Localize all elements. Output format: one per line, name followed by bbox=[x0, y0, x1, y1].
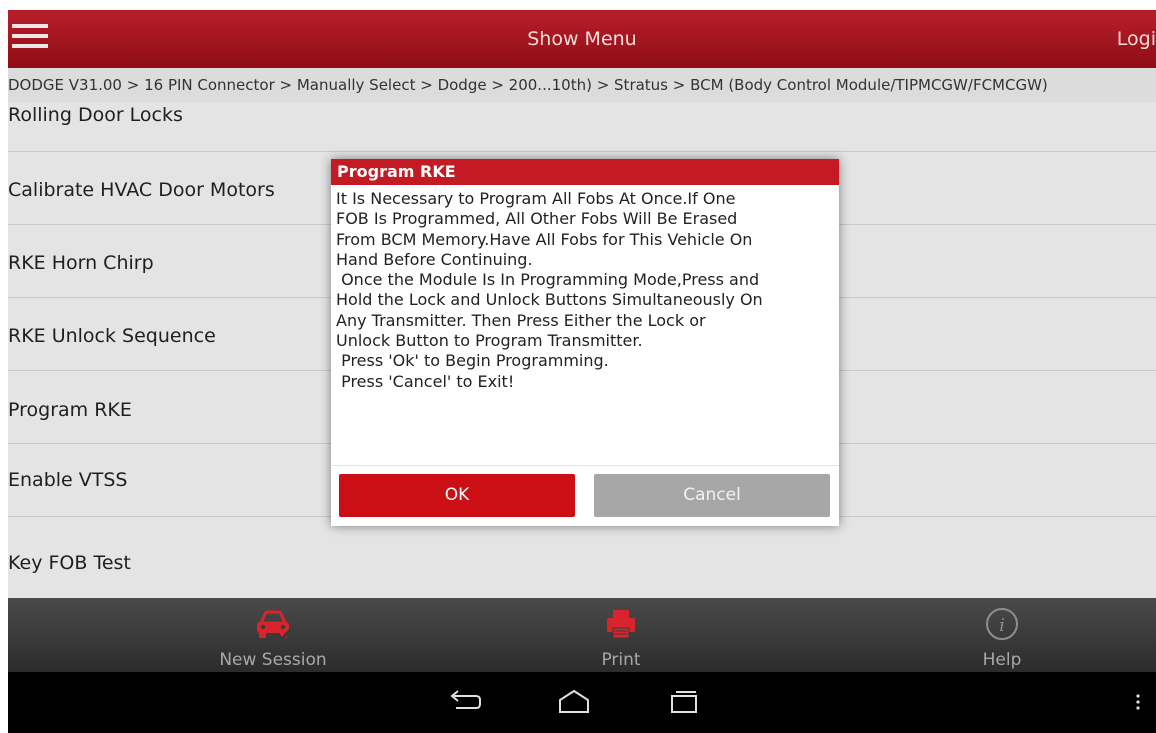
list-item-label: Enable VTSS bbox=[8, 469, 128, 491]
recent-apps-icon[interactable] bbox=[664, 686, 704, 718]
dialog-message-line: FOB Is Programmed, All Other Fobs Will B… bbox=[336, 209, 738, 229]
dialog-divider bbox=[331, 465, 839, 466]
list-item-label: RKE Horn Chirp bbox=[8, 252, 154, 274]
dialog-message-line: Once the Module Is In Programming Mode,P… bbox=[336, 270, 760, 290]
car-icon bbox=[257, 610, 293, 642]
ok-button[interactable]: OK bbox=[339, 474, 575, 517]
list-item-label: RKE Unlock Sequence bbox=[8, 325, 216, 347]
dialog-message-line: From BCM Memory.Have All Fobs for This V… bbox=[336, 229, 753, 249]
list-item-label: Program RKE bbox=[8, 399, 132, 421]
print-label: Print bbox=[601, 650, 641, 670]
new-session-button[interactable]: New Session bbox=[173, 598, 373, 672]
breadcrumb: DODGE V31.00 > 16 PIN Connector > Manual… bbox=[8, 68, 1156, 102]
cancel-button[interactable]: Cancel bbox=[594, 474, 830, 517]
dialog-message-line: Any Transmitter. Then Press Either the L… bbox=[336, 310, 706, 330]
printer-icon bbox=[607, 610, 635, 639]
new-session-label: New Session bbox=[219, 650, 327, 670]
help-button[interactable]: i Help bbox=[902, 598, 1102, 672]
dialog-message: It Is Necessary to Program All Fobs At O… bbox=[336, 189, 836, 392]
dialog-message-line: Press 'Cancel' to Exit! bbox=[336, 371, 515, 391]
dialog-title: Program RKE bbox=[331, 159, 839, 185]
back-icon[interactable] bbox=[446, 686, 486, 718]
overflow-menu-icon[interactable] bbox=[1126, 686, 1150, 718]
list-item-label: Rolling Door Locks bbox=[8, 104, 183, 126]
info-icon: i bbox=[986, 608, 1018, 640]
help-label: Help bbox=[982, 650, 1022, 670]
show-menu-title[interactable]: Show Menu bbox=[8, 10, 1156, 68]
app-screen: Show Menu Logi DODGE V31.00 > 16 PIN Con… bbox=[8, 10, 1156, 733]
top-bar: Show Menu Logi bbox=[8, 10, 1156, 68]
dialog-message-line: Hand Before Continuing. bbox=[336, 249, 533, 269]
program-rke-dialog: Program RKE It Is Necessary to Program A… bbox=[331, 159, 839, 526]
dialog-message-line: Unlock Button to Program Transmitter. bbox=[336, 331, 643, 351]
login-button[interactable]: Logi bbox=[1117, 10, 1156, 68]
list-item-key-fob-test[interactable]: Key FOB Test bbox=[8, 517, 1156, 598]
home-icon[interactable] bbox=[554, 686, 594, 718]
bottom-toolbar: New Session Print i Help bbox=[8, 598, 1156, 672]
dialog-message-line: It Is Necessary to Program All Fobs At O… bbox=[336, 189, 736, 208]
print-button[interactable]: Print bbox=[521, 598, 721, 672]
android-nav-bar bbox=[8, 672, 1156, 733]
list-item-label: Calibrate HVAC Door Motors bbox=[8, 179, 275, 201]
svg-text:i: i bbox=[999, 615, 1005, 636]
dialog-message-line: Hold the Lock and Unlock Buttons Simulta… bbox=[336, 290, 763, 310]
dialog-message-line: Press 'Ok' to Begin Programming. bbox=[336, 351, 609, 371]
list-item-label: Key FOB Test bbox=[8, 552, 131, 574]
list-item-rolling-door-locks[interactable]: Rolling Door Locks bbox=[8, 102, 1156, 152]
